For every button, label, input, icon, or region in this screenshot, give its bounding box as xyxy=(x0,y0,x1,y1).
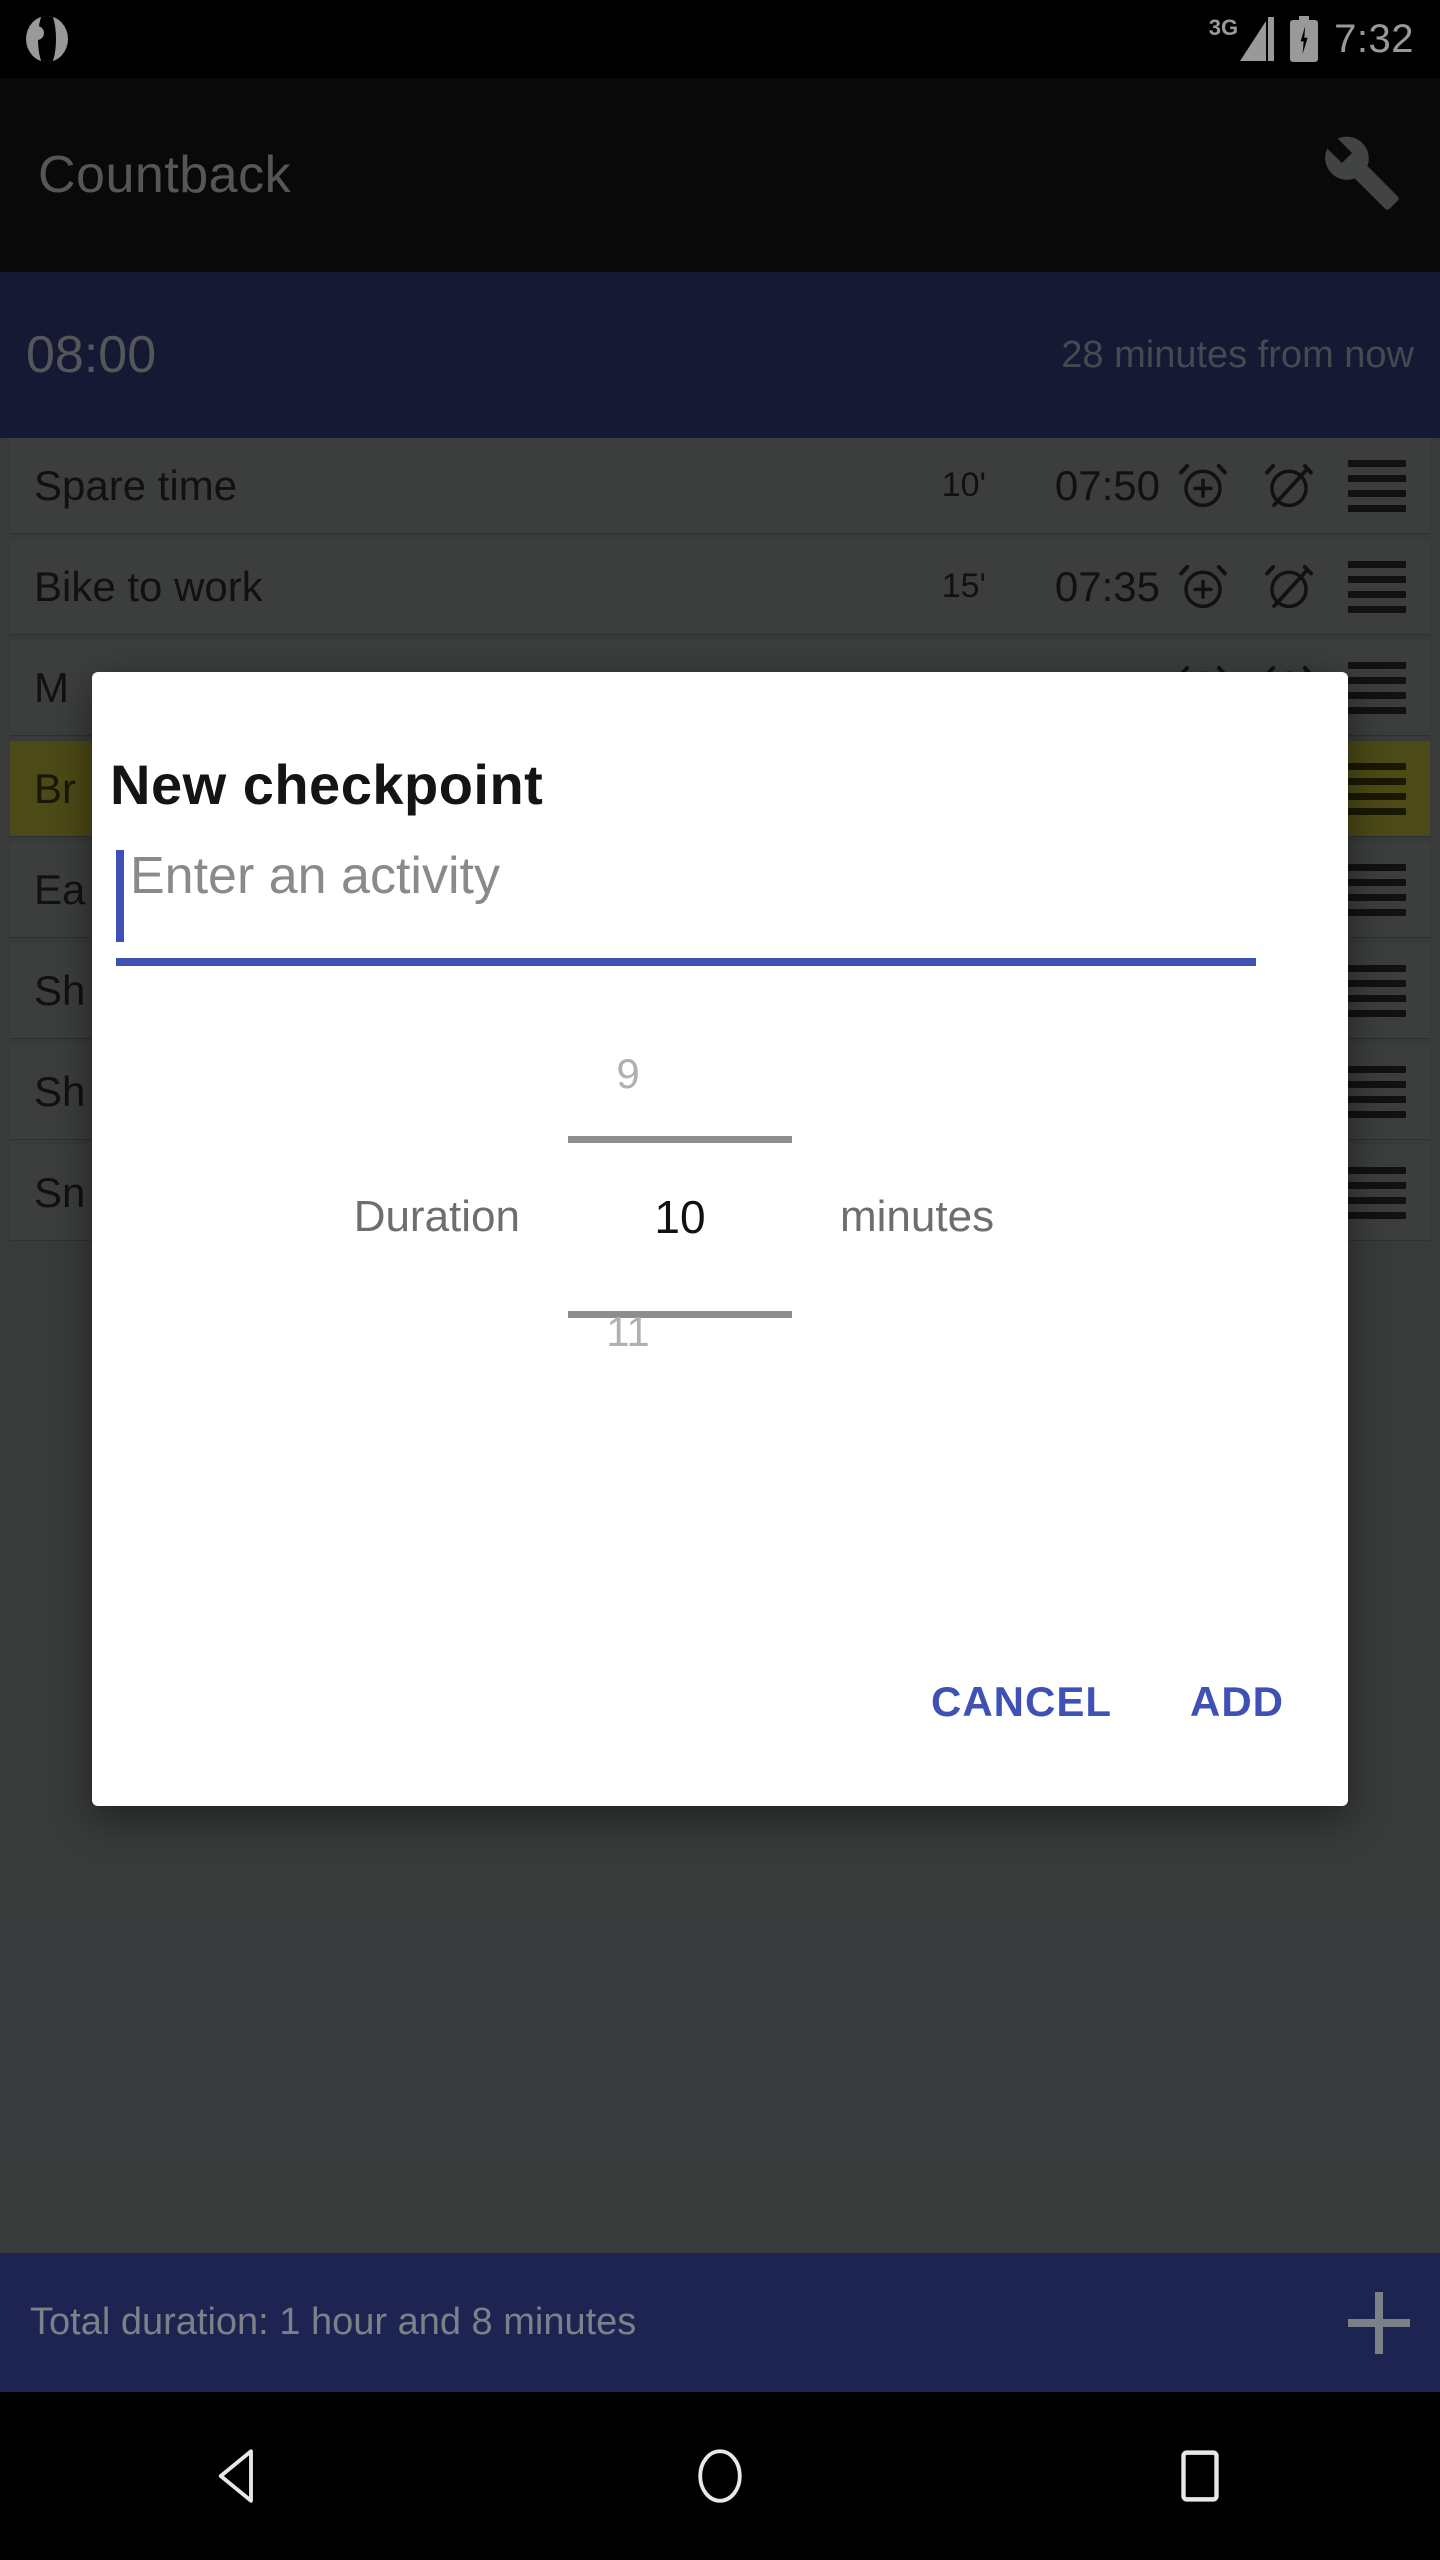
network-type-label: 3G xyxy=(1208,15,1239,40)
nav-recents-button[interactable] xyxy=(1100,2392,1300,2560)
alarm-add-icon xyxy=(1179,463,1227,507)
text-caret xyxy=(116,850,124,942)
dialog-actions: CANCEL ADD xyxy=(0,1660,1440,1744)
recents-square-icon xyxy=(1181,2450,1219,2502)
add-button[interactable]: ADD xyxy=(1164,1660,1310,1744)
duration-label: Duration xyxy=(353,1192,520,1241)
checkpoint-time: 07:50 xyxy=(1054,461,1160,509)
navigation-bar xyxy=(0,2392,1440,2560)
status-bar-clock: 7:32 xyxy=(1334,17,1414,61)
total-duration-label: Total duration: 1 hour and 8 minutes xyxy=(30,2301,637,2343)
app-bar: Countback xyxy=(0,78,1440,272)
table-row[interactable]: Bike to work 15' 07:35 xyxy=(10,539,1430,634)
dialog-title: New checkpoint xyxy=(110,753,544,816)
network-indicator: 3G xyxy=(1208,15,1275,61)
target-note: 28 minutes from now xyxy=(1061,333,1414,376)
drag-handle-icon[interactable] xyxy=(1348,1166,1406,1219)
alarm-off-button[interactable] xyxy=(1246,559,1332,615)
back-triangle-icon xyxy=(218,2449,253,2503)
drag-handle-icon[interactable] xyxy=(1348,560,1406,613)
phone-screen: 3G 7:32 Countback 08:00 28 minutes from … xyxy=(0,0,1440,2560)
status-bar: 3G 7:32 xyxy=(0,0,1440,78)
duration-unit-label: minutes xyxy=(840,1192,995,1241)
globe-icon xyxy=(26,16,68,62)
settings-button[interactable] xyxy=(1322,133,1402,218)
picker-next-value[interactable]: 11 xyxy=(48,1308,1208,1356)
picker-selected-value[interactable]: 10 xyxy=(568,1190,792,1244)
status-bar-left xyxy=(26,16,68,62)
alarm-add-icon xyxy=(1179,564,1227,608)
alarm-add-button[interactable] xyxy=(1160,559,1246,615)
nav-back-button[interactable] xyxy=(140,2392,340,2560)
status-bar-right: 3G 7:32 xyxy=(1209,16,1414,62)
alarm-off-icon xyxy=(1265,564,1313,608)
target-time: 08:00 xyxy=(26,326,157,384)
activity-input[interactable]: Enter an activity xyxy=(116,846,1256,966)
checkpoint-time: 07:35 xyxy=(1054,562,1160,610)
checkpoint-duration: 10' xyxy=(941,466,986,504)
home-circle-icon xyxy=(698,2449,742,2503)
drag-handle-icon[interactable] xyxy=(1348,762,1406,815)
nav-home-button[interactable] xyxy=(620,2392,820,2560)
picker-selected-row: Duration 10 minutes xyxy=(48,1190,1208,1244)
alarm-off-icon xyxy=(1265,463,1313,507)
activity-input-placeholder: Enter an activity xyxy=(130,847,500,905)
bottom-summary-bar: Total duration: 1 hour and 8 minutes xyxy=(0,2253,1440,2392)
checkpoint-duration: 15' xyxy=(941,567,986,605)
alarm-off-button[interactable] xyxy=(1246,458,1332,514)
drag-handle-icon[interactable] xyxy=(1348,661,1406,714)
picker-divider-top xyxy=(568,1136,792,1143)
target-time-bar[interactable]: 08:00 28 minutes from now xyxy=(0,272,1440,438)
drag-handle-icon[interactable] xyxy=(1348,964,1406,1017)
duration-number-picker[interactable]: 9 Duration 10 minutes 11 xyxy=(48,940,1208,1540)
battery-charging-icon xyxy=(1290,16,1319,62)
page-title: Countback xyxy=(38,146,292,204)
checkpoint-name: Spare time xyxy=(34,461,238,509)
drag-handle-icon[interactable] xyxy=(1348,1065,1406,1118)
drag-handle-icon[interactable] xyxy=(1348,459,1406,512)
picker-previous-value[interactable]: 9 xyxy=(48,1050,1208,1098)
signal-icon xyxy=(1240,17,1275,61)
drag-handle-icon[interactable] xyxy=(1348,863,1406,916)
table-row[interactable]: Spare time 10' 07:50 xyxy=(10,438,1430,533)
plus-icon[interactable] xyxy=(1348,2291,1410,2354)
alarm-add-button[interactable] xyxy=(1160,458,1246,514)
wrench-icon xyxy=(1325,136,1399,210)
cancel-button[interactable]: CANCEL xyxy=(905,1660,1138,1744)
checkpoint-name: Bike to work xyxy=(34,562,263,610)
